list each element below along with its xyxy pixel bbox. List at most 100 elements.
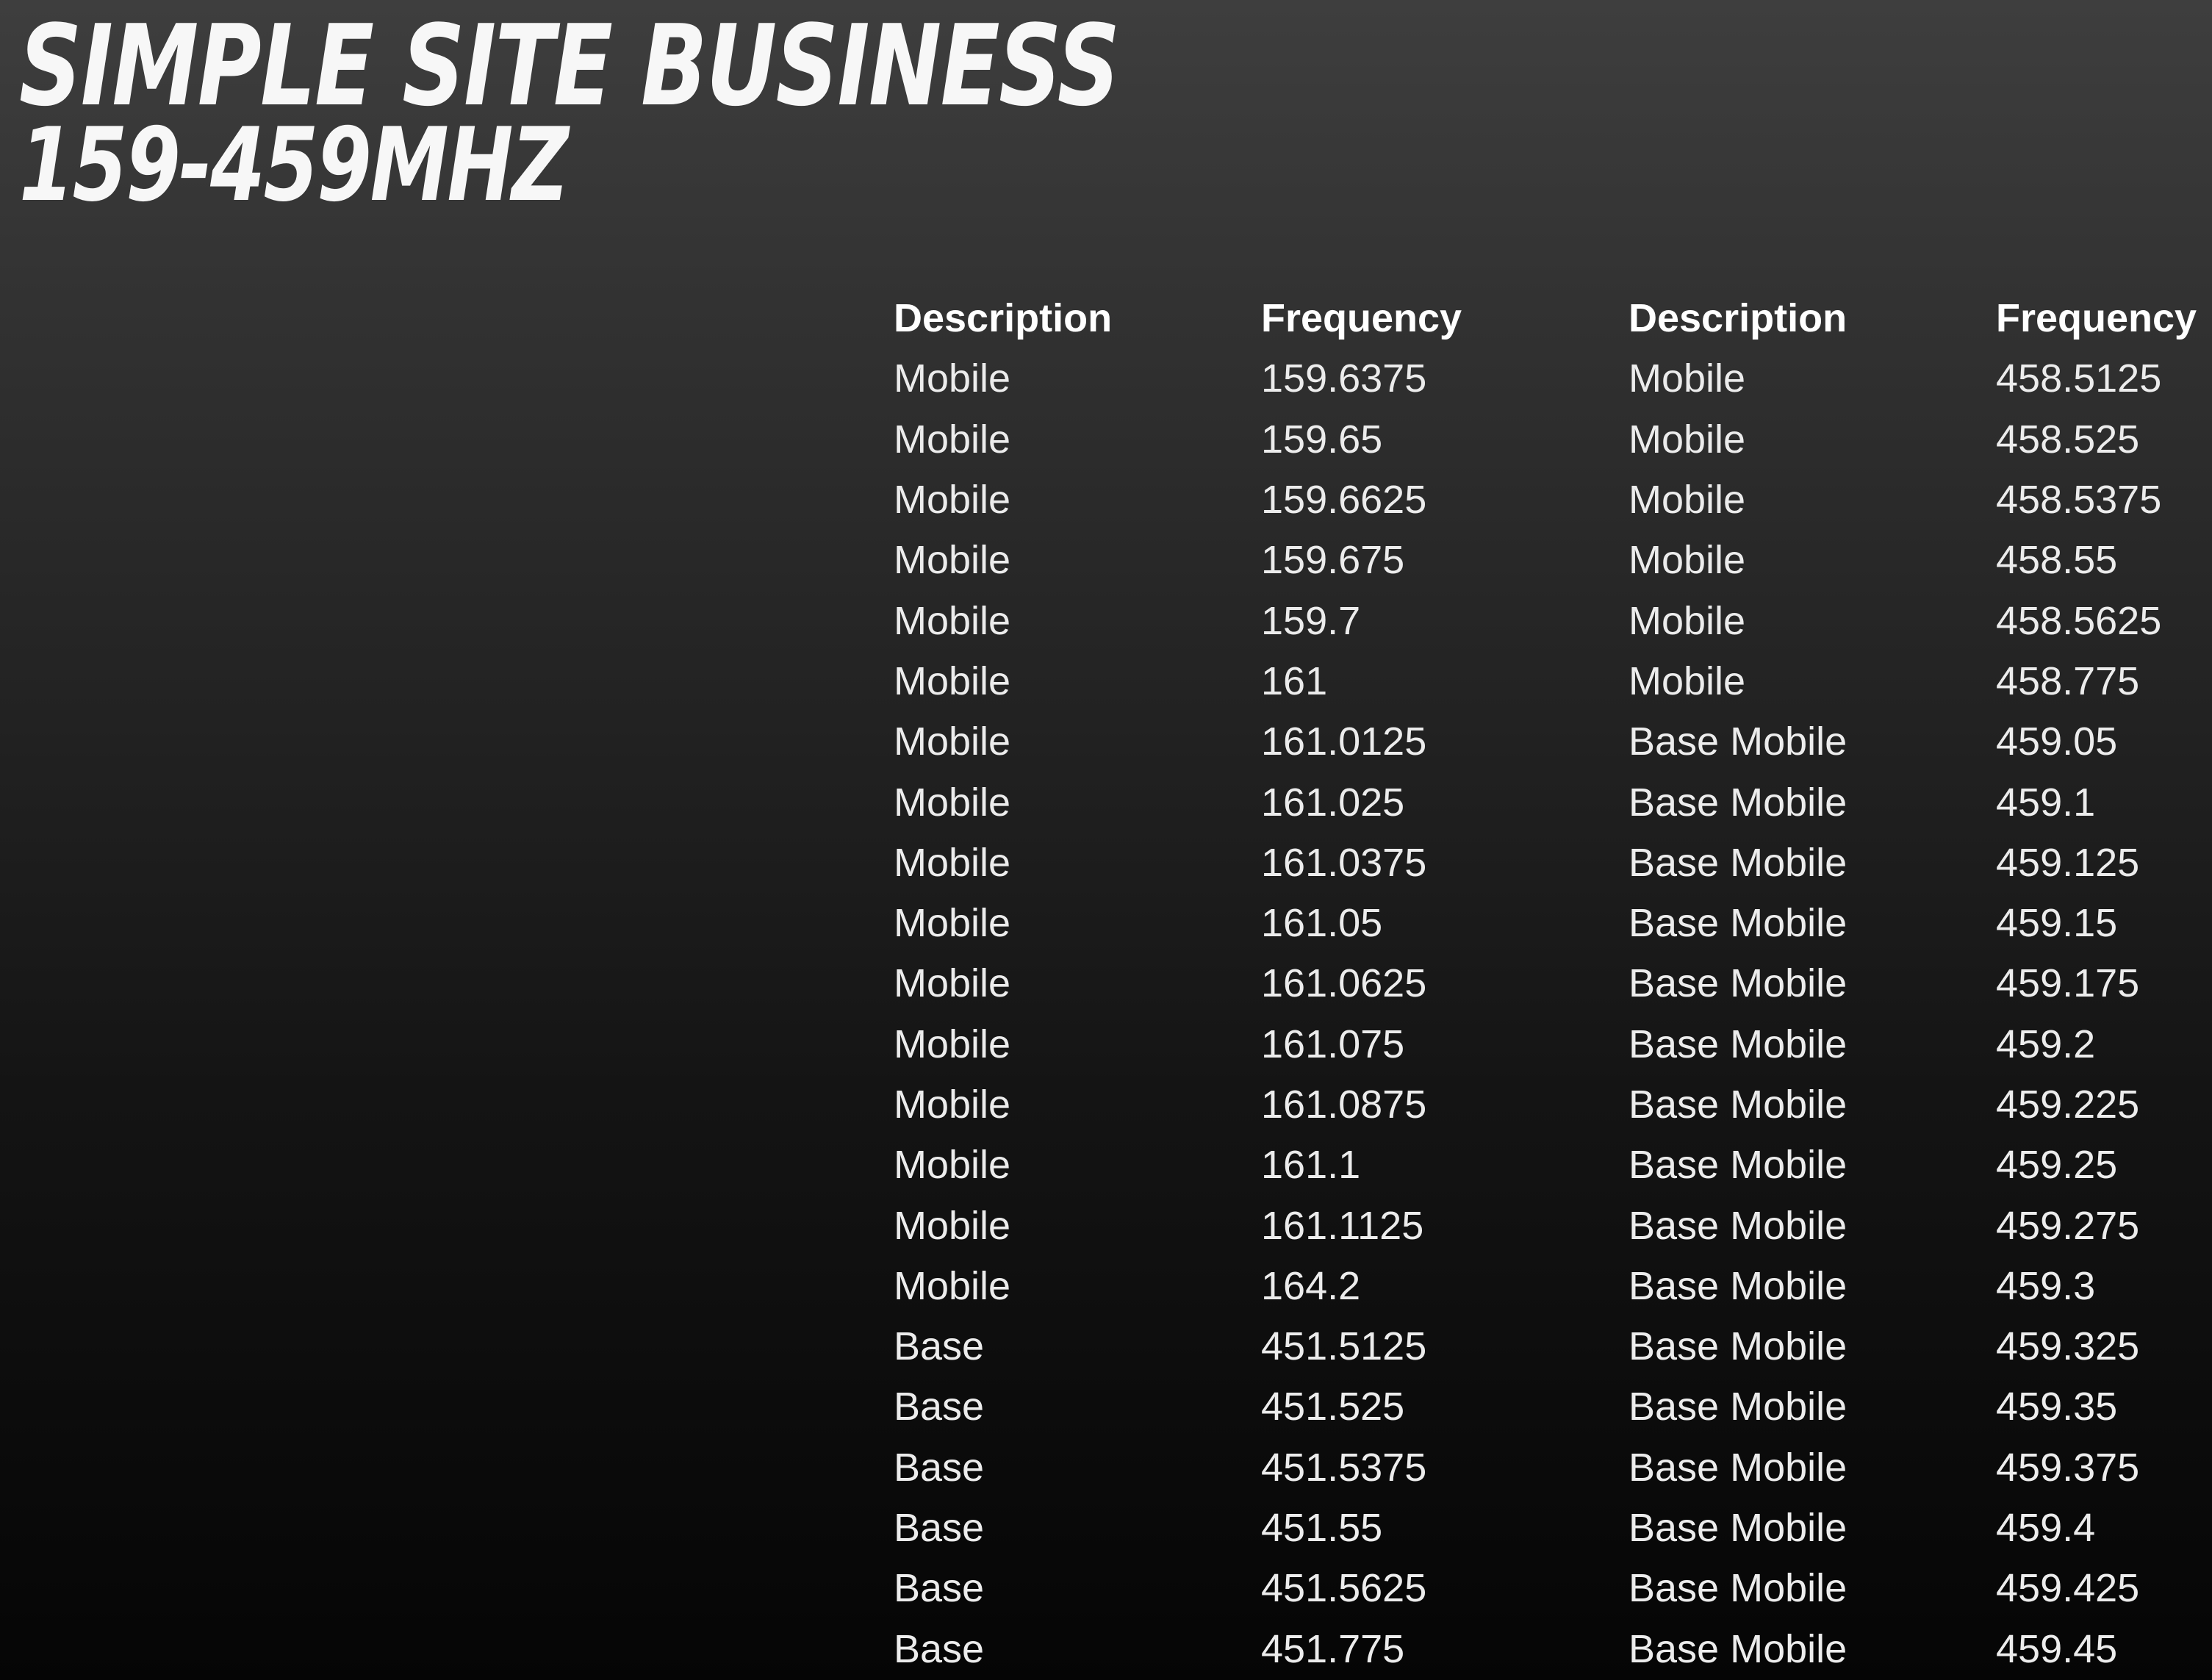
- cell-description-right: Mobile: [1629, 356, 1746, 401]
- cell-description-right: Base Mobile: [1629, 1506, 1847, 1551]
- cell-description-left: Mobile: [894, 840, 1011, 885]
- header-frequency-left: Frequency: [1261, 296, 1462, 341]
- cell-frequency-right: 459.375: [1996, 1445, 2140, 1490]
- cell-description-left: Mobile: [894, 1143, 1011, 1188]
- cell-frequency-right: 459.25: [1996, 1143, 2118, 1188]
- cell-description-right: Base Mobile: [1629, 1022, 1847, 1066]
- cell-frequency-right: 459.45: [1996, 1626, 2118, 1671]
- table-header-row: Description Frequency Description Freque…: [894, 288, 2212, 348]
- cell-description-right: Base Mobile: [1629, 1566, 1847, 1611]
- table-row: Mobile 161.1 Base Mobile 459.25: [894, 1135, 2212, 1195]
- table-row: Mobile 161.0875 Base Mobile 459.225: [894, 1074, 2212, 1135]
- cell-description-right: Mobile: [1629, 478, 1746, 523]
- cell-description-right: Base Mobile: [1629, 1083, 1847, 1127]
- cell-description-left: Base: [894, 1324, 985, 1369]
- cell-frequency-right: 459.2: [1996, 1022, 2096, 1066]
- cell-description-right: Base Mobile: [1629, 1263, 1847, 1308]
- cell-description-left: Mobile: [894, 1263, 1011, 1308]
- cell-frequency-left: 161: [1261, 658, 1328, 703]
- cell-description-left: Mobile: [894, 478, 1011, 523]
- table-row: Base 451.5375 Base Mobile 459.375: [894, 1437, 2212, 1498]
- table-row: Base 451.55 Base Mobile 459.4: [894, 1498, 2212, 1558]
- header-description-right: Description: [1629, 296, 1847, 341]
- cell-description-left: Mobile: [894, 780, 1011, 825]
- cell-description-left: Mobile: [894, 658, 1011, 703]
- cell-description-right: Base Mobile: [1629, 961, 1847, 1006]
- table-row: Mobile 161.0125 Base Mobile 459.05: [894, 711, 2212, 772]
- cell-frequency-right: 459.1: [1996, 780, 2096, 825]
- cell-frequency-left: 451.55: [1261, 1506, 1383, 1551]
- cell-frequency-right: 458.5125: [1996, 356, 2162, 401]
- table-row: Mobile 161.05 Base Mobile 459.15: [894, 893, 2212, 953]
- cell-description-right: Base Mobile: [1629, 1203, 1847, 1248]
- cell-description-right: Base Mobile: [1629, 780, 1847, 825]
- cell-description-left: Base: [894, 1445, 985, 1490]
- cell-description-left: Base: [894, 1385, 985, 1429]
- cell-description-right: Mobile: [1629, 417, 1746, 462]
- cell-frequency-right: 458.5625: [1996, 598, 2162, 643]
- table-row: Base 451.5625 Base Mobile 459.425: [894, 1558, 2212, 1618]
- cell-frequency-right: 459.275: [1996, 1203, 2140, 1248]
- cell-description-right: Base Mobile: [1629, 901, 1847, 946]
- cell-description-left: Mobile: [894, 417, 1011, 462]
- cell-description-right: Base Mobile: [1629, 1445, 1847, 1490]
- cell-frequency-left: 451.5125: [1261, 1324, 1427, 1369]
- cell-description-left: Mobile: [894, 1203, 1011, 1248]
- cell-frequency-left: 159.6625: [1261, 478, 1427, 523]
- cell-frequency-right: 459.35: [1996, 1385, 2118, 1429]
- table-row: Mobile 161.075 Base Mobile 459.2: [894, 1014, 2212, 1074]
- table-row: Mobile 161 Mobile 458.775: [894, 651, 2212, 711]
- cell-frequency-left: 451.5625: [1261, 1566, 1427, 1611]
- cell-frequency-left: 164.2: [1261, 1263, 1361, 1308]
- cell-frequency-right: 459.325: [1996, 1324, 2140, 1369]
- cell-frequency-left: 161.05: [1261, 901, 1383, 946]
- cell-description-right: Mobile: [1629, 658, 1746, 703]
- cell-frequency-left: 161.0125: [1261, 719, 1427, 764]
- cell-frequency-left: 451.525: [1261, 1385, 1405, 1429]
- table-row: Base 451.775 Base Mobile 459.45: [894, 1619, 2212, 1679]
- table-row: Mobile 161.1125 Base Mobile 459.275: [894, 1195, 2212, 1255]
- cell-frequency-left: 161.1125: [1261, 1203, 1424, 1248]
- cell-frequency-left: 161.0875: [1261, 1083, 1427, 1127]
- header-description-left: Description: [894, 296, 1113, 341]
- table-row: Mobile 159.7 Mobile 458.5625: [894, 590, 2212, 650]
- cell-frequency-left: 161.075: [1261, 1022, 1405, 1066]
- table-row: Base 451.5125 Base Mobile 459.325: [894, 1316, 2212, 1376]
- cell-description-left: Mobile: [894, 356, 1011, 401]
- page-subtitle: 159-459MHZ: [19, 106, 569, 224]
- title-block: SIMPLE SITE BUSINESS 159-459MHZ: [19, 1, 1429, 224]
- cell-frequency-right: 458.55: [1996, 538, 2118, 583]
- cell-frequency-left: 161.0375: [1261, 840, 1427, 885]
- cell-frequency-right: 459.15: [1996, 901, 2118, 946]
- table-row: Base 451.525 Base Mobile 459.35: [894, 1376, 2212, 1437]
- cell-description-left: Base: [894, 1566, 985, 1611]
- cell-description-left: Mobile: [894, 1083, 1011, 1127]
- header-frequency-right: Frequency: [1996, 296, 2197, 341]
- cell-description-right: Mobile: [1629, 538, 1746, 583]
- cell-frequency-right: 459.125: [1996, 840, 2140, 885]
- cell-description-left: Mobile: [894, 719, 1011, 764]
- cell-frequency-right: 459.225: [1996, 1083, 2140, 1127]
- cell-frequency-left: 161.025: [1261, 780, 1405, 825]
- cell-frequency-right: 459.05: [1996, 719, 2118, 764]
- table-row: Mobile 161.0625 Base Mobile 459.175: [894, 953, 2212, 1013]
- cell-frequency-left: 161.0625: [1261, 961, 1427, 1006]
- cell-description-left: Mobile: [894, 901, 1011, 946]
- page-title: SIMPLE SITE BUSINESS: [19, 1, 1120, 131]
- cell-frequency-left: 159.65: [1261, 417, 1383, 462]
- cell-frequency-left: 161.1: [1261, 1143, 1361, 1188]
- cell-description-right: Base Mobile: [1629, 1324, 1847, 1369]
- cell-frequency-right: 459.425: [1996, 1566, 2140, 1611]
- table-row: Mobile 161.025 Base Mobile 459.1: [894, 772, 2212, 832]
- cell-description-left: Mobile: [894, 961, 1011, 1006]
- cell-description-right: Mobile: [1629, 598, 1746, 643]
- cell-description-right: Base Mobile: [1629, 1385, 1847, 1429]
- cell-frequency-right: 459.175: [1996, 961, 2140, 1006]
- cell-description-right: Base Mobile: [1629, 1626, 1847, 1671]
- frequency-table: Description Frequency Description Freque…: [894, 288, 2212, 1679]
- cell-frequency-right: 458.525: [1996, 417, 2140, 462]
- cell-description-left: Base: [894, 1626, 985, 1671]
- cell-description-left: Mobile: [894, 598, 1011, 643]
- table-body: Mobile 159.6375 Mobile 458.5125 Mobile 159.65…: [894, 348, 2212, 1679]
- table-row: Mobile 161.0375 Base Mobile 459.125: [894, 833, 2212, 893]
